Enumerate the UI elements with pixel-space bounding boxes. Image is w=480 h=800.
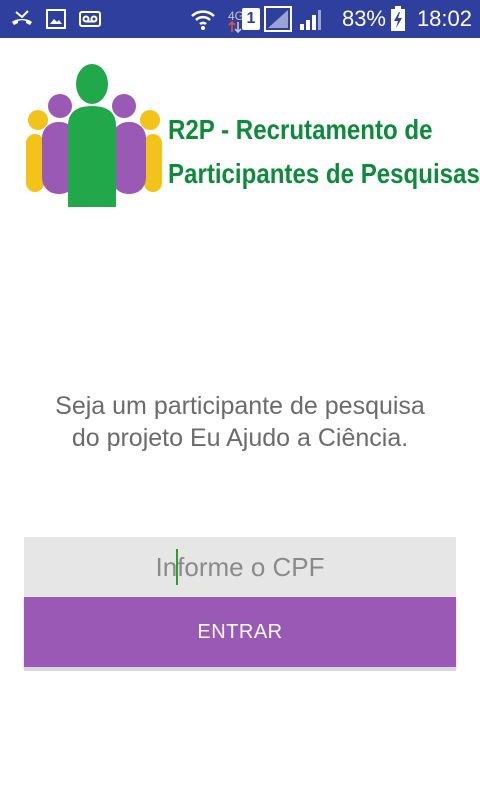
clock: 18:02 xyxy=(416,6,472,31)
intro-line1: Seja um participante de pesquisa xyxy=(55,392,425,420)
signal-icon xyxy=(264,6,292,32)
image-icon xyxy=(46,9,66,29)
sim-slot: 1 xyxy=(246,10,256,27)
intro-text: Seja um participante de pesquisa do proj… xyxy=(20,390,460,454)
status-bar: 4G 1 83% 18:02 xyxy=(0,0,480,38)
app-title-line2: Participantes de Pesquisas xyxy=(168,158,480,189)
cpf-input[interactable] xyxy=(24,537,456,597)
r2p-logo xyxy=(24,60,164,210)
voicemail-icon xyxy=(79,11,101,27)
intro-line2: do projeto Eu Ajudo a Ciência. xyxy=(71,424,409,452)
cpf-field-container xyxy=(24,537,456,597)
button-shadow xyxy=(24,667,456,671)
people-logo-icon xyxy=(26,64,162,207)
signal-bars-icon xyxy=(300,10,321,30)
app-title: R2P - Recrutamento de Participantes de P… xyxy=(168,104,480,200)
data-arrows-icon xyxy=(228,20,242,34)
text-cursor xyxy=(176,549,178,585)
enter-button[interactable]: ENTRAR xyxy=(24,597,456,667)
sim-icon: 1 xyxy=(242,8,260,30)
wifi-icon xyxy=(191,10,215,30)
battery-charging-icon xyxy=(391,6,405,31)
missed-call-icon xyxy=(12,10,32,25)
battery-percent: 83% xyxy=(341,6,386,31)
